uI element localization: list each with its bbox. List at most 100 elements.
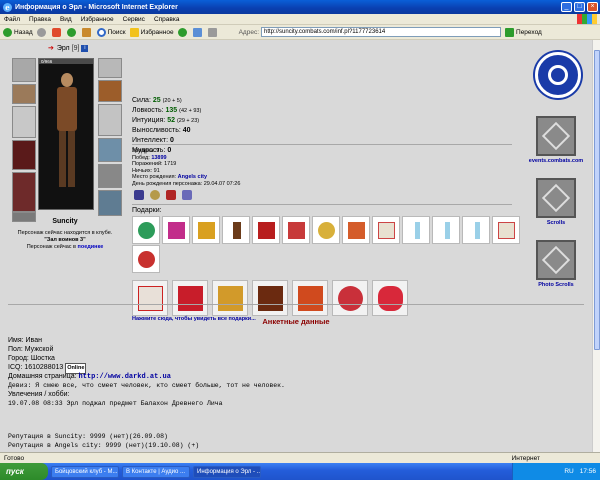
language-indicator[interactable]: RU — [564, 468, 573, 475]
gift-item[interactable] — [292, 280, 328, 316]
print-icon — [207, 27, 217, 37]
mail-button[interactable] — [192, 27, 204, 37]
location-room-label: "Зал воинов 3" — [44, 237, 86, 243]
gift-item[interactable] — [252, 280, 288, 316]
scrolls-link[interactable]: Scrolls — [520, 220, 592, 226]
system-tray: RU 17:56 — [512, 463, 600, 480]
boots-slot[interactable] — [98, 190, 122, 216]
homepage-link[interactable]: http://www.darkd.at.ua — [79, 373, 171, 381]
gift-item[interactable] — [332, 280, 368, 316]
vertical-scrollbar[interactable] — [592, 40, 600, 452]
stats-block: Сила: 25 (20 + 5) Ловкость: 135 (42 + 93… — [132, 96, 201, 156]
menu-edit[interactable]: Правка — [29, 16, 51, 23]
earring-slot[interactable] — [98, 58, 122, 78]
home-button[interactable] — [81, 27, 93, 37]
helmet-slot[interactable] — [12, 58, 36, 82]
refresh-icon — [66, 27, 76, 37]
favorites-button[interactable]: Избранное — [129, 27, 174, 37]
weapon-right-slot[interactable] — [98, 104, 122, 136]
character-avatar: 0/966 — [38, 58, 94, 210]
gift-item[interactable] — [212, 280, 248, 316]
forward-button[interactable] — [36, 27, 48, 37]
gift-item[interactable] — [372, 216, 400, 244]
gift-item[interactable] — [342, 216, 370, 244]
maximize-button[interactable]: □ — [574, 2, 585, 12]
weapon-left-slot[interactable] — [12, 106, 36, 138]
gift-item[interactable] — [402, 216, 430, 244]
badge-icon[interactable] — [134, 190, 144, 200]
search-button[interactable]: Поиск — [96, 27, 126, 37]
info-icon[interactable]: i — [81, 44, 89, 52]
battle-link[interactable]: поединке — [78, 244, 104, 250]
armor-slot[interactable] — [12, 140, 36, 170]
gift-item[interactable] — [492, 216, 520, 244]
history-button[interactable] — [177, 27, 189, 37]
menu-view[interactable]: Вид — [60, 16, 72, 23]
forward-arrow-icon — [36, 27, 46, 37]
gift-item[interactable] — [162, 216, 190, 244]
menu-tools[interactable]: Сервис — [123, 16, 145, 23]
gift-item[interactable] — [132, 280, 168, 316]
taskbar-item-active[interactable]: Информация о Эрл - ... — [193, 465, 261, 478]
taskbar-item[interactable]: В Контакте | Аудио ... — [122, 465, 190, 478]
photo-scrolls-link[interactable]: Photo Scrolls — [520, 282, 592, 288]
gift-item[interactable] — [132, 216, 160, 244]
start-button[interactable]: пуск — [0, 463, 48, 480]
bracer-slot[interactable] — [12, 84, 36, 104]
reputation-angels: Репутация в Angels city: 9999 (нет)(19.1… — [8, 442, 200, 449]
scrollbar-thumb[interactable] — [594, 50, 600, 350]
badge-icon[interactable] — [166, 190, 176, 200]
clan-logo[interactable] — [535, 52, 581, 98]
cloak-slot[interactable] — [12, 172, 36, 212]
gift-item[interactable] — [132, 245, 160, 273]
gift-item[interactable] — [462, 216, 490, 244]
address-url: http://suncity.combats.com/inf.pl?117772… — [264, 29, 386, 35]
gift-item[interactable] — [312, 216, 340, 244]
character-city: Suncity — [52, 218, 78, 225]
stat-strength: Сила: 25 (20 + 5) — [132, 97, 182, 104]
page-content: ➔ Эрл [9] i 0/966 Suncity Персонаж сейча… — [0, 40, 592, 452]
events-link[interactable]: events.combats.com — [520, 158, 592, 164]
profile-title: Анкетные данные — [262, 317, 330, 326]
gift-item[interactable] — [432, 216, 460, 244]
amulet-slot[interactable] — [98, 80, 122, 102]
close-button[interactable]: × — [587, 2, 598, 12]
address-bar[interactable]: http://suncity.combats.com/inf.pl?117772… — [261, 27, 502, 37]
gift-item[interactable] — [192, 216, 220, 244]
history-icon — [177, 27, 187, 37]
back-button[interactable]: Назад — [3, 27, 33, 37]
gift-item[interactable] — [172, 280, 208, 316]
stop-button[interactable] — [51, 27, 63, 37]
ring-slot[interactable] — [98, 164, 122, 188]
go-button[interactable]: Переход — [505, 27, 542, 37]
gift-item[interactable] — [372, 280, 408, 316]
gift-item[interactable] — [222, 216, 250, 244]
character-level: [9] — [71, 44, 80, 52]
gift-item[interactable] — [252, 216, 280, 244]
gloves-slot[interactable] — [98, 138, 122, 162]
print-button[interactable] — [207, 27, 219, 37]
menu-file[interactable]: Файл — [4, 16, 20, 23]
profile-sex: Пол: Мужской — [8, 346, 54, 353]
badge-icon[interactable] — [150, 190, 160, 200]
go-label: Переход — [516, 28, 542, 36]
menu-favorites[interactable]: Избранное — [81, 16, 114, 23]
profile-name: Имя: Иван — [8, 337, 42, 344]
events-banner[interactable] — [536, 116, 576, 156]
windows-logo-icon — [577, 14, 597, 24]
character-info: Уровень: 9 Побед: 13899 Поражений: 1719 … — [132, 148, 240, 188]
gift-item[interactable] — [282, 216, 310, 244]
minimize-button[interactable]: _ — [561, 2, 572, 12]
scrolls-banner[interactable] — [536, 178, 576, 218]
refresh-button[interactable] — [66, 27, 78, 37]
photo-scrolls-banner[interactable] — [536, 240, 576, 280]
window-title-bar[interactable]: e Информация о Эрл - Microsoft Internet … — [0, 0, 600, 14]
badge-icon[interactable] — [182, 190, 192, 200]
status-bar: Готово Интернет — [0, 452, 600, 463]
stats-divider — [132, 144, 512, 145]
menu-help[interactable]: Справка — [154, 16, 180, 23]
info-level: Уровень: 9 — [132, 148, 160, 154]
taskbar-item[interactable]: Бойцовский клуб - M... — [51, 465, 119, 478]
private-message-arrow-icon[interactable]: ➔ — [48, 44, 54, 52]
character-figure — [55, 73, 79, 193]
